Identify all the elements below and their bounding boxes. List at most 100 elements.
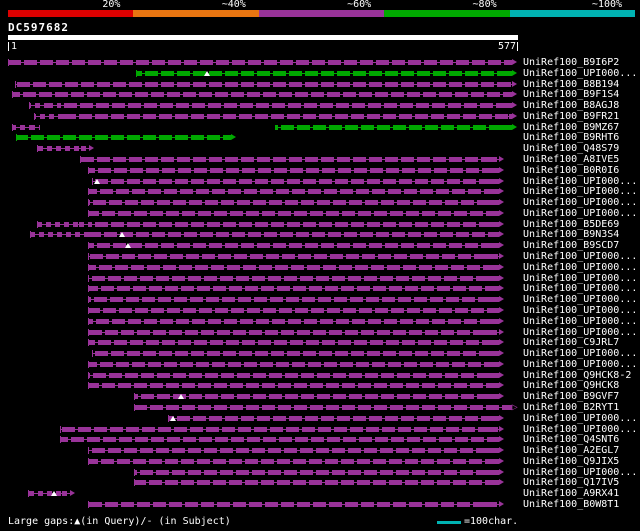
alignment-segment[interactable] xyxy=(60,103,512,109)
alignment-segment[interactable] xyxy=(87,167,499,173)
hit-label[interactable]: UniRef100_A9RX41 xyxy=(523,488,619,499)
hit-label[interactable]: UniRef100_UPI000... xyxy=(523,197,637,208)
alignment-segment[interactable] xyxy=(33,113,66,119)
hit-label[interactable]: UniRef100_B9MZ67 xyxy=(523,122,619,133)
hit-label[interactable]: UniRef100_Q9HCK8-2 xyxy=(523,370,631,381)
alignment-segment[interactable] xyxy=(87,340,499,346)
hit-label[interactable]: UniRef100_B0R0I6 xyxy=(523,165,619,176)
hit-row[interactable]: UniRef100_B9FR21 xyxy=(0,111,640,122)
hit-label[interactable]: UniRef100_C9JRL7 xyxy=(523,337,619,348)
hit-row[interactable]: UniRef100_UPI000... xyxy=(0,348,640,359)
hit-row[interactable]: UniRef100_B0W8T1 xyxy=(0,499,640,510)
hit-label[interactable]: UniRef100_Q17IV5 xyxy=(523,477,619,488)
hit-label[interactable]: UniRef100_UPI000... xyxy=(523,327,637,338)
alignment-segment[interactable] xyxy=(29,103,61,109)
hit-row[interactable]: UniRef100_UPI000... xyxy=(0,467,640,478)
alignment-segment[interactable] xyxy=(275,124,513,130)
alignment-segment[interactable] xyxy=(8,60,512,65)
hit-row[interactable]: UniRef100_B8B194 xyxy=(0,79,640,90)
alignment-segment[interactable] xyxy=(87,361,499,367)
alignment-segment[interactable] xyxy=(168,415,499,421)
hit-label[interactable]: UniRef100_UPI000... xyxy=(523,273,637,284)
hit-row[interactable]: UniRef100_UPI000... xyxy=(0,413,640,424)
hit-label[interactable]: UniRef100_B9I6P2 xyxy=(523,57,619,68)
hit-label[interactable]: UniRef100_UPI000... xyxy=(523,176,637,187)
hit-label[interactable]: UniRef100_Q48S79 xyxy=(523,143,619,154)
alignment-segment[interactable] xyxy=(60,426,499,432)
hit-label[interactable]: UniRef100_UPI000... xyxy=(523,348,637,359)
hit-row[interactable]: UniRef100_UPI000... xyxy=(0,316,640,327)
hit-label[interactable]: UniRef100_UPI000... xyxy=(523,467,637,478)
alignment-segment[interactable] xyxy=(11,124,41,130)
hit-row[interactable]: UniRef100_Q17IV5 xyxy=(0,477,640,488)
alignment-segment[interactable] xyxy=(92,178,499,184)
hit-row[interactable]: UniRef100_B0R0I6 xyxy=(0,165,640,176)
alignment-segment[interactable] xyxy=(15,135,232,141)
alignment-segment[interactable] xyxy=(15,81,512,87)
alignment-segment[interactable] xyxy=(28,491,70,497)
alignment-segment[interactable] xyxy=(136,70,513,76)
hit-label[interactable]: UniRef100_B9F1S4 xyxy=(523,89,619,100)
alignment-segment[interactable] xyxy=(87,318,499,324)
hit-row[interactable]: UniRef100_Q9JIX5 xyxy=(0,456,640,467)
alignment-segment[interactable] xyxy=(87,232,499,238)
hit-label[interactable]: UniRef100_UPI000... xyxy=(523,305,637,316)
alignment-segment[interactable] xyxy=(87,221,499,227)
alignment-segment[interactable] xyxy=(133,404,512,410)
hit-label[interactable]: UniRef100_UPI000... xyxy=(523,262,637,273)
hit-row[interactable]: UniRef100_A9RX41 xyxy=(0,488,640,499)
hit-label[interactable]: UniRef100_B9RHT6 xyxy=(523,132,619,143)
hit-label[interactable]: UniRef100_UPI000... xyxy=(523,251,637,262)
hit-row[interactable]: UniRef100_Q9HCK8-2 xyxy=(0,370,640,381)
alignment-segment[interactable] xyxy=(87,458,499,464)
alignment-segment[interactable] xyxy=(87,200,499,206)
alignment-segment[interactable] xyxy=(87,243,499,249)
alignment-segment[interactable] xyxy=(87,189,499,195)
alignment-segment[interactable] xyxy=(65,113,513,119)
hit-label[interactable]: UniRef100_B8AGJ8 xyxy=(523,100,619,111)
hit-label[interactable]: UniRef100_B5DE69 xyxy=(523,219,619,230)
hit-label[interactable]: UniRef100_Q9JIX5 xyxy=(523,456,619,467)
hit-row[interactable]: UniRef100_A2EGL7 xyxy=(0,445,640,456)
hit-label[interactable]: UniRef100_UPI000... xyxy=(523,186,637,197)
hit-label[interactable]: UniRef100_UPI000... xyxy=(523,316,637,327)
alignment-segment[interactable] xyxy=(37,146,89,152)
hit-label[interactable]: UniRef100_A2EGL7 xyxy=(523,445,619,456)
hit-label[interactable]: UniRef100_B0W8T1 xyxy=(523,499,619,510)
hit-row[interactable]: UniRef100_B5DE69 xyxy=(0,219,640,230)
hit-row[interactable]: UniRef100_UPI000... xyxy=(0,68,640,79)
hit-row[interactable]: UniRef100_Q9HCK8 xyxy=(0,380,640,391)
hit-row[interactable]: UniRef100_UPI000... xyxy=(0,327,640,338)
alignment-segment[interactable] xyxy=(92,351,499,357)
alignment-segment[interactable] xyxy=(11,92,513,98)
hit-row[interactable]: UniRef100_UPI000... xyxy=(0,305,640,316)
hit-row[interactable]: UniRef100_B9SCD7 xyxy=(0,240,640,251)
hit-label[interactable]: UniRef100_B9GVF7 xyxy=(523,391,619,402)
hit-row[interactable]: UniRef100_UPI000... xyxy=(0,359,640,370)
hit-label[interactable]: UniRef100_Q4SNT6 xyxy=(523,434,619,445)
hit-label[interactable]: UniRef100_B8B194 xyxy=(523,79,619,90)
alignment-segment[interactable] xyxy=(87,297,499,303)
alignment-segment[interactable] xyxy=(133,469,499,475)
alignment-segment[interactable] xyxy=(60,437,499,443)
hit-row[interactable]: UniRef100_UPI000... xyxy=(0,273,640,284)
alignment-segment[interactable] xyxy=(79,157,499,163)
hit-row[interactable]: UniRef100_B8AGJ8 xyxy=(0,100,640,111)
hit-row[interactable]: UniRef100_UPI000... xyxy=(0,208,640,219)
hit-row[interactable]: UniRef100_UPI000... xyxy=(0,176,640,187)
alignment-segment[interactable] xyxy=(87,275,499,281)
alignment-segment[interactable] xyxy=(87,448,499,454)
hit-row[interactable]: UniRef100_A8IVE5 xyxy=(0,154,640,165)
hit-label[interactable]: UniRef100_B9FR21 xyxy=(523,111,619,122)
hit-row[interactable]: UniRef100_C9JRL7 xyxy=(0,337,640,348)
hit-row[interactable]: UniRef100_UPI000... xyxy=(0,424,640,435)
hit-label[interactable]: UniRef100_UPI000... xyxy=(523,68,637,79)
alignment-segment[interactable] xyxy=(87,286,499,292)
hit-row[interactable]: ▷ UniRef100_B2RYT1 xyxy=(0,402,640,413)
alignment-segment[interactable] xyxy=(87,501,499,507)
hit-label[interactable]: UniRef100_UPI000... xyxy=(523,359,637,370)
hit-label[interactable]: UniRef100_B2RYT1 xyxy=(523,402,619,413)
hit-row[interactable]: UniRef100_B9F1S4 xyxy=(0,89,640,100)
hit-row[interactable]: UniRef100_UPI000... xyxy=(0,251,640,262)
hit-label[interactable]: UniRef100_A8IVE5 xyxy=(523,154,619,165)
